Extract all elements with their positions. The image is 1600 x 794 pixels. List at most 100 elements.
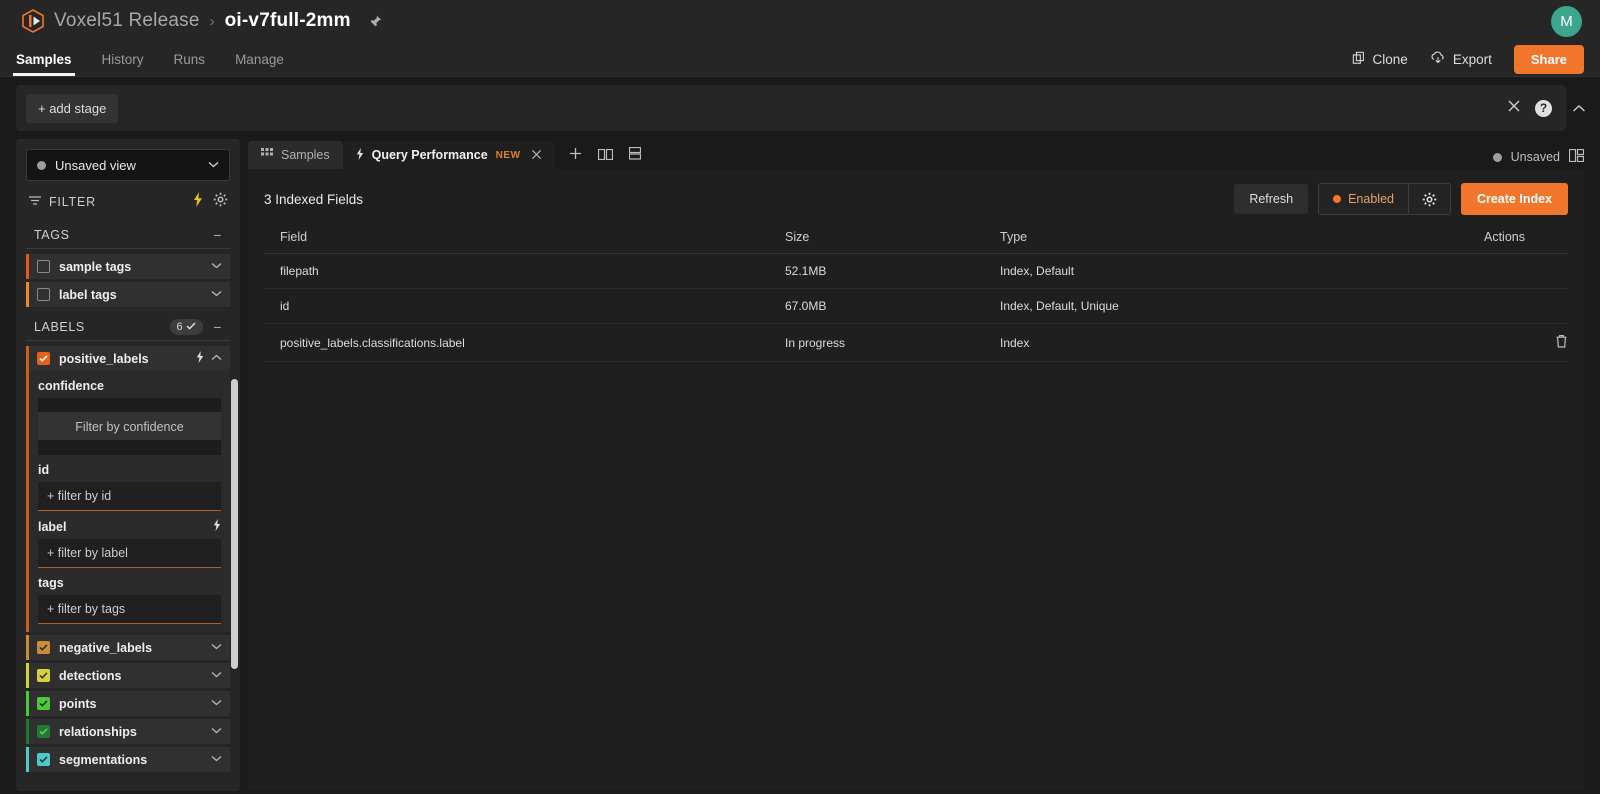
checkbox[interactable] [37,697,50,710]
filter-by-tags-input[interactable]: + filter by tags [38,595,221,624]
checkbox[interactable] [37,288,50,301]
split-vertical-icon[interactable] [628,146,641,165]
gear-icon[interactable] [1407,184,1450,214]
lightning-icon[interactable] [213,519,221,534]
breadcrumb-org[interactable]: Voxel51 Release [54,10,200,32]
lightning-icon[interactable] [196,350,204,368]
column-header-field[interactable]: Field [264,221,769,254]
voxel51-logo-icon[interactable] [16,4,50,38]
section-title-labels: LABELS [34,319,85,334]
cell-type: Index [984,323,1468,362]
cell-field: id [264,288,769,324]
sidebar-field-detections[interactable]: detections [26,663,230,688]
cell-size: 67.0MB [769,288,984,324]
lightning-icon[interactable] [193,192,203,212]
nav-tab-runs[interactable]: Runs [174,42,206,76]
checkbox[interactable] [37,641,50,654]
chevron-up-icon[interactable] [1566,85,1592,131]
section-header-tags[interactable]: TAGS − [26,221,230,249]
sidebar-field-sample-tags[interactable]: sample tags [26,254,230,279]
lightning-icon [356,147,364,163]
layout-icon[interactable] [1568,148,1585,165]
view-selector[interactable]: Unsaved view [26,149,230,181]
chevron-down-icon[interactable] [211,670,222,681]
cell-actions [1468,323,1568,362]
add-stage-button[interactable]: + add stage [26,93,119,123]
table-row[interactable]: id 67.0MB Index, Default, Unique [264,288,1568,324]
labels-count-badge[interactable]: 6 [169,318,204,335]
filter-by-label-input[interactable]: + filter by label [38,539,221,568]
checkbox[interactable] [37,352,50,365]
filter-by-tags-placeholder: + filter by tags [47,602,126,616]
close-icon[interactable] [531,148,542,163]
section-header-labels[interactable]: LABELS 6 − [26,313,230,341]
tab-samples[interactable]: Samples [248,141,343,169]
column-header-size[interactable]: Size [769,221,984,254]
subfield-label-confidence: confidence [38,379,104,393]
close-icon[interactable] [1507,99,1521,118]
nav-tab-history[interactable]: History [102,42,144,76]
nav-tab-samples[interactable]: Samples [13,42,75,76]
checkbox[interactable] [37,260,50,273]
checkbox[interactable] [37,725,50,738]
minus-icon[interactable]: − [213,320,222,334]
breadcrumb-separator: › [209,12,215,30]
status-dot-icon [1492,152,1502,162]
trash-icon[interactable] [1555,334,1568,348]
confidence-slider[interactable]: Filter by confidence [38,398,221,455]
avatar[interactable]: M [1551,6,1582,37]
section-title-tags: TAGS [34,227,70,242]
share-button[interactable]: Share [1513,44,1584,74]
nav-tab-manage[interactable]: Manage [235,42,284,76]
cell-field: positive_labels.classifications.label [264,323,769,362]
chevron-down-icon[interactable] [211,754,222,765]
chevron-up-icon[interactable] [211,353,222,364]
plus-icon[interactable] [569,147,582,165]
sidebar-field-negative-labels[interactable]: negative_labels [26,635,230,660]
query-performance-panel: 3 Indexed Fields Refresh Enabled Create … [248,169,1584,791]
subfield-label-label: label [29,511,230,539]
view-stage-bar[interactable]: + add stage ? [16,85,1566,131]
gear-icon[interactable] [213,192,228,212]
checkbox[interactable] [37,669,50,682]
chevron-down-icon[interactable] [211,642,222,653]
sidebar-field-label-tags[interactable]: label tags [26,282,230,307]
filter-by-id-input[interactable]: + filter by id [38,482,221,511]
field-label: negative_labels [59,640,153,655]
app-header: Voxel51 Release › oi-v7full-2mm M [0,0,1600,42]
subfield-label-tags: tags [38,576,64,590]
chevron-down-icon[interactable] [211,698,222,709]
enabled-toggle[interactable]: Enabled [1319,184,1408,214]
status-dot-icon [37,160,46,170]
export-button[interactable]: Export [1430,51,1492,68]
refresh-button[interactable]: Refresh [1234,184,1309,214]
chevron-down-icon[interactable] [211,289,222,300]
sidebar-field-points[interactable]: points [26,691,230,716]
chevron-down-icon[interactable] [211,726,222,737]
table-row[interactable]: positive_labels.classifications.label In… [264,323,1568,362]
positive-labels-header[interactable]: positive_labels [29,346,230,371]
help-icon[interactable]: ? [1535,99,1552,117]
subfield-label-label-text: label [38,519,67,534]
export-label: Export [1452,51,1492,67]
create-index-button[interactable]: Create Index [1460,183,1568,215]
sidebar-field-relationships[interactable]: relationships [26,719,230,744]
chevron-down-icon[interactable] [211,261,222,272]
split-horizontal-icon[interactable] [597,147,613,165]
field-label: label tags [59,287,117,302]
sidebar-scrollbar[interactable] [231,379,238,669]
filter-header: FILTER [26,181,230,221]
checkbox[interactable] [37,753,50,766]
pin-icon[interactable] [369,15,382,28]
tab-label: Samples [281,148,330,162]
minus-icon[interactable]: − [213,228,222,242]
breadcrumb-dataset[interactable]: oi-v7full-2mm [225,10,351,32]
column-header-type[interactable]: Type [984,221,1468,254]
tab-query-performance[interactable]: Query Performance NEW [342,141,555,169]
sidebar-field-segmentations[interactable]: segmentations [26,747,230,772]
sidebar-field-positive-labels: positive_labels confidence Filter by con… [26,346,230,632]
panel-actions: Refresh Enabled Create Index [1234,183,1568,215]
clone-button[interactable]: Clone [1352,51,1408,68]
table-row[interactable]: filepath 52.1MB Index, Default [264,253,1568,289]
tab-tools [569,146,641,169]
